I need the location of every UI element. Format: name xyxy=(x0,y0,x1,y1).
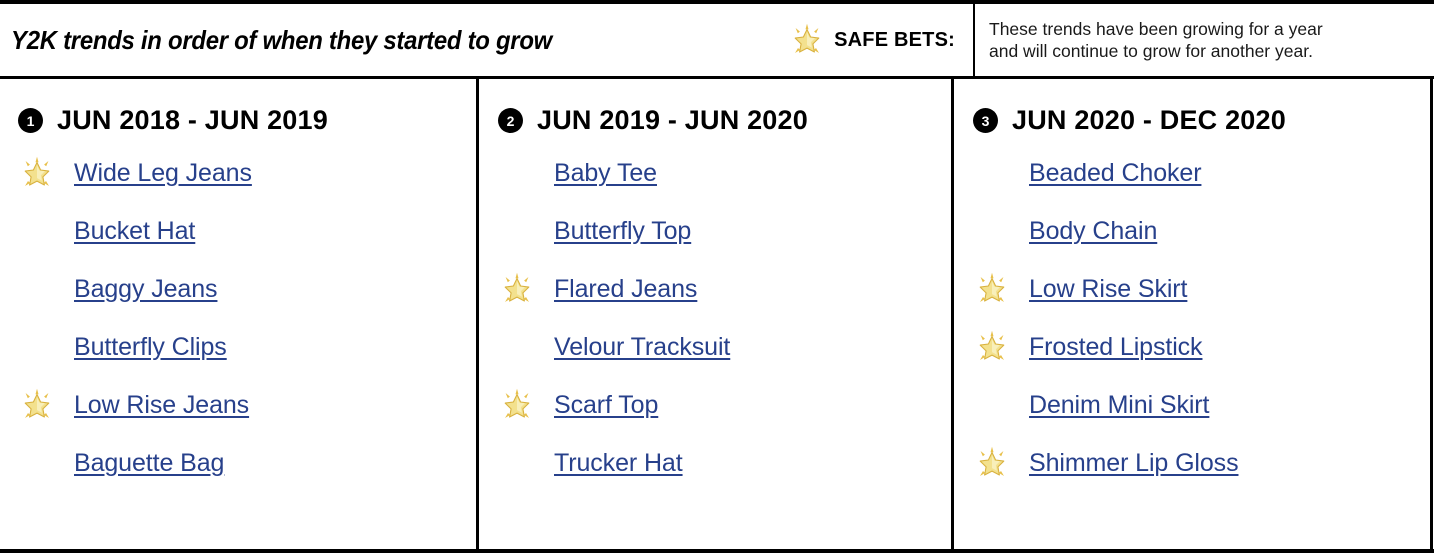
safe-bets-legend: SAFE BETS: xyxy=(755,23,973,57)
trend-link[interactable]: Butterfly Top xyxy=(554,217,691,246)
column-3-header: 3 JUN 2020 - DEC 2020 xyxy=(973,105,1434,136)
trend-list-item: Beaded Choker xyxy=(973,144,1434,202)
trend-list-item: Body Chain xyxy=(973,202,1434,260)
trend-list-item: Wide Leg Jeans xyxy=(18,144,476,202)
trend-link[interactable]: Frosted Lipstick xyxy=(1029,333,1203,362)
bottom-border-rule xyxy=(0,549,1434,553)
column-3-trend-list: Beaded Choker Body Chain Low Rise Skirt F… xyxy=(973,144,1434,492)
y2k-trends-panel: Y2K trends in order of when they started… xyxy=(0,0,1434,560)
trend-column-3: 3 JUN 2020 - DEC 2020 Beaded Choker Body … xyxy=(951,79,1434,549)
trend-list-item: Scarf Top xyxy=(498,376,951,434)
trend-column-2: 2 JUN 2019 - JUN 2020 Baby Tee Butterfly … xyxy=(476,79,951,549)
safe-bets-label: SAFE BETS: xyxy=(834,28,955,51)
trend-list-item: Butterfly Top xyxy=(498,202,951,260)
column-2-trend-list: Baby Tee Butterfly Top Flared Jeans Velour… xyxy=(498,144,951,492)
column-1-title: JUN 2018 - JUN 2019 xyxy=(57,105,328,135)
trend-list-item: Frosted Lipstick xyxy=(973,318,1434,376)
trend-list-item: Low Rise Skirt xyxy=(973,260,1434,318)
trend-list-item: Denim Mini Skirt xyxy=(973,376,1434,434)
trend-list-item: Bucket Hat xyxy=(18,202,476,260)
trend-list-item: Baby Tee xyxy=(498,144,951,202)
safe-bet-star-icon xyxy=(973,272,1029,306)
trend-list-item: Velour Tracksuit xyxy=(498,318,951,376)
safe-bets-description: These trends have been growing for a yea… xyxy=(973,4,1434,76)
safe-bets-description-line-1: These trends have been growing for a yea… xyxy=(989,18,1323,39)
trend-link[interactable]: Wide Leg Jeans xyxy=(74,159,252,188)
safe-bets-description-line-2: and will continue to grow for another ye… xyxy=(989,41,1313,61)
trend-link[interactable]: Trucker Hat xyxy=(554,449,683,478)
column-3-title: JUN 2020 - DEC 2020 xyxy=(1012,105,1286,135)
trend-link[interactable]: Baby Tee xyxy=(554,159,657,188)
glowing-star-icon xyxy=(790,23,824,57)
trend-link[interactable]: Flared Jeans xyxy=(554,275,697,304)
safe-bet-star-icon xyxy=(973,446,1029,480)
safe-bet-star-icon xyxy=(498,272,554,306)
trend-list-item: Low Rise Jeans xyxy=(18,376,476,434)
number-badge-1: 1 xyxy=(18,108,43,133)
trend-columns: 1 JUN 2018 - JUN 2019 Wide Leg Jeans Buck… xyxy=(0,79,1434,549)
trend-link[interactable]: Low Rise Jeans xyxy=(74,391,249,420)
trend-link[interactable]: Shimmer Lip Gloss xyxy=(1029,449,1239,478)
column-2-header: 2 JUN 2019 - JUN 2020 xyxy=(498,105,951,136)
trend-link[interactable]: Baguette Bag xyxy=(74,449,224,478)
column-2-title: JUN 2019 - JUN 2020 xyxy=(537,105,808,135)
trend-link[interactable]: Scarf Top xyxy=(554,391,658,420)
panel-header: Y2K trends in order of when they started… xyxy=(0,4,1434,76)
number-badge-2: 2 xyxy=(498,108,523,133)
trend-list-item: Flared Jeans xyxy=(498,260,951,318)
safe-bet-star-icon xyxy=(498,388,554,422)
trend-link[interactable]: Baggy Jeans xyxy=(74,275,218,304)
trend-link[interactable]: Beaded Choker xyxy=(1029,159,1202,188)
safe-bet-star-icon xyxy=(973,330,1029,364)
trend-list-item: Baguette Bag xyxy=(18,434,476,492)
safe-bet-star-icon xyxy=(18,156,74,190)
trend-column-1: 1 JUN 2018 - JUN 2019 Wide Leg Jeans Buck… xyxy=(0,79,476,549)
trend-link[interactable]: Butterfly Clips xyxy=(74,333,227,362)
trend-list-item: Baggy Jeans xyxy=(18,260,476,318)
trend-list-item: Shimmer Lip Gloss xyxy=(973,434,1434,492)
trend-link[interactable]: Body Chain xyxy=(1029,217,1157,246)
trend-list-item: Butterfly Clips xyxy=(18,318,476,376)
trend-link[interactable]: Velour Tracksuit xyxy=(554,333,730,362)
page-title: Y2K trends in order of when they started… xyxy=(11,24,553,55)
trend-link[interactable]: Bucket Hat xyxy=(74,217,195,246)
trend-list-item: Trucker Hat xyxy=(498,434,951,492)
number-badge-3: 3 xyxy=(973,108,998,133)
trend-link[interactable]: Denim Mini Skirt xyxy=(1029,391,1209,420)
column-1-header: 1 JUN 2018 - JUN 2019 xyxy=(18,105,476,136)
column-1-trend-list: Wide Leg Jeans Bucket Hat Baggy Jeans Butte… xyxy=(18,144,476,492)
trend-link[interactable]: Low Rise Skirt xyxy=(1029,275,1187,304)
safe-bet-star-icon xyxy=(18,388,74,422)
